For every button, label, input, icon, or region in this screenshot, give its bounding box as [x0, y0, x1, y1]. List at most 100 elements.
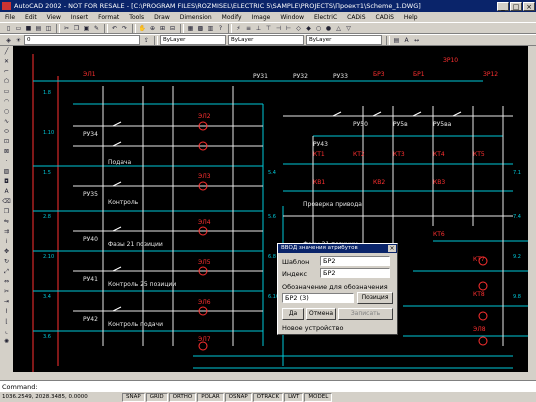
save-icon[interactable]: ■: [24, 24, 33, 33]
electric-tool-10-icon[interactable]: ●: [324, 24, 333, 33]
electric-tool-3-icon[interactable]: ⊥: [254, 24, 263, 33]
menu-tools[interactable]: Tools: [124, 14, 149, 21]
redo-icon[interactable]: ↷: [120, 24, 129, 33]
snap-toggle[interactable]: SNAP: [122, 392, 145, 402]
polar-toggle[interactable]: POLAR: [197, 392, 224, 402]
insert-block-icon[interactable]: ⊡: [2, 137, 11, 146]
preview-icon[interactable]: ◫: [44, 24, 53, 33]
undo-icon[interactable]: ↶: [110, 24, 119, 33]
chamfer-icon[interactable]: ⌊: [2, 317, 11, 326]
copy-object-icon[interactable]: ❐: [2, 207, 11, 216]
copy-icon[interactable]: ❐: [72, 24, 81, 33]
rotate-icon[interactable]: ↻: [2, 257, 11, 266]
zoom-realtime-icon[interactable]: ⊕: [148, 24, 157, 33]
dialog-close-button[interactable]: ×: [388, 245, 396, 252]
paste-icon[interactable]: ▣: [82, 24, 91, 33]
construction-line-icon[interactable]: ✕: [2, 57, 11, 66]
fillet-icon[interactable]: ⌞: [2, 327, 11, 336]
electric-tool-1-icon[interactable]: ⚡: [234, 24, 243, 33]
menu-edit[interactable]: Edit: [20, 14, 42, 21]
name-input[interactable]: БР2: [320, 256, 390, 266]
electric-tool-9-icon[interactable]: ○: [314, 24, 323, 33]
layer-state-icon[interactable]: ☀: [14, 36, 23, 45]
electric-tool-8-icon[interactable]: ◆: [304, 24, 313, 33]
point-icon[interactable]: ·: [2, 157, 11, 166]
layer-manager-icon[interactable]: ◈: [4, 36, 13, 45]
region-icon[interactable]: ◘: [2, 177, 11, 186]
ortho-toggle[interactable]: ORTHO: [168, 392, 197, 402]
index-input[interactable]: БР2: [320, 268, 390, 278]
apply-button[interactable]: Записать: [338, 308, 393, 320]
zoom-previous-icon[interactable]: ⊟: [168, 24, 177, 33]
menu-file[interactable]: File: [0, 14, 20, 21]
spline-icon[interactable]: ∿: [2, 117, 11, 126]
horizontal-scrollbar[interactable]: [13, 372, 536, 380]
menu-modify[interactable]: Modify: [217, 14, 247, 21]
dim-style-icon[interactable]: ↔: [412, 36, 421, 45]
scale-icon[interactable]: ⤢: [2, 267, 11, 276]
electric-tool-5-icon[interactable]: ⊣: [274, 24, 283, 33]
menu-help[interactable]: Help: [399, 14, 423, 21]
menu-window[interactable]: Window: [275, 14, 309, 21]
lwt-toggle[interactable]: LWT: [284, 392, 304, 402]
rectangle-icon[interactable]: ▭: [2, 87, 11, 96]
plot-style-icon[interactable]: ▤: [392, 36, 401, 45]
menu-electric[interactable]: ElectriC: [309, 14, 342, 21]
electric-tool-4-icon[interactable]: ⊤: [264, 24, 273, 33]
electric-tool-12-icon[interactable]: ▽: [344, 24, 353, 33]
menu-cadis[interactable]: CADiS: [342, 14, 370, 21]
extend-icon[interactable]: ⇥: [2, 297, 11, 306]
ok-button[interactable]: Да: [282, 308, 304, 320]
minimize-button[interactable]: _: [497, 1, 509, 11]
menu-view[interactable]: View: [42, 14, 66, 21]
otrack-toggle[interactable]: OTRACK: [252, 392, 284, 402]
arc-icon[interactable]: ◠: [2, 97, 11, 106]
break-icon[interactable]: ⌇: [2, 307, 11, 316]
circle-icon[interactable]: ○: [2, 107, 11, 116]
mtext-icon[interactable]: A: [2, 187, 11, 196]
print-icon[interactable]: ▤: [34, 24, 43, 33]
polyline-icon[interactable]: ⌐: [2, 67, 11, 76]
command-line[interactable]: Command:: [0, 380, 536, 392]
tool-palette-icon[interactable]: ▥: [206, 24, 215, 33]
open-icon[interactable]: ▭: [14, 24, 23, 33]
lineweight-combo[interactable]: ByLayer: [306, 35, 382, 45]
close-button[interactable]: ×: [523, 1, 535, 11]
electric-tool-6-icon[interactable]: ⊢: [284, 24, 293, 33]
menu-draw[interactable]: Draw: [149, 14, 175, 21]
properties-icon[interactable]: ▦: [186, 24, 195, 33]
zoom-window-icon[interactable]: ⊞: [158, 24, 167, 33]
help-icon[interactable]: ?: [216, 24, 225, 33]
erase-icon[interactable]: ⌫: [2, 197, 11, 206]
make-current-icon[interactable]: ⇪: [142, 36, 151, 45]
make-block-icon[interactable]: ⊠: [2, 147, 11, 156]
explode-icon[interactable]: ✺: [2, 337, 11, 346]
hatch-icon[interactable]: ▨: [2, 167, 11, 176]
menu-format[interactable]: Format: [93, 14, 124, 21]
model-toggle[interactable]: MODEL: [304, 392, 333, 402]
polygon-icon[interactable]: ⬠: [2, 77, 11, 86]
grid-toggle[interactable]: GRID: [145, 392, 168, 402]
electric-tool-2-icon[interactable]: ≡: [244, 24, 253, 33]
match-properties-icon[interactable]: ✎: [92, 24, 101, 33]
offset-icon[interactable]: ⇉: [2, 227, 11, 236]
osnap-toggle[interactable]: OSNAP: [224, 392, 252, 402]
color-combo[interactable]: ByLayer: [160, 35, 226, 45]
linetype-combo[interactable]: ByLayer: [228, 35, 304, 45]
position-button[interactable]: Позиция: [357, 292, 393, 304]
line-icon[interactable]: ╱: [2, 47, 11, 56]
text-style-icon[interactable]: A: [402, 36, 411, 45]
drawing-canvas[interactable]: ЭЛ1 ЭЛ2 ЭЛ3 ЭЛ4 ЭЛ5 ЭЛ6 ЭЛ7 БР3 БР1 ЗР10…: [13, 46, 536, 380]
cancel-button[interactable]: Отмена: [306, 308, 336, 320]
stretch-icon[interactable]: ⇔: [2, 277, 11, 286]
design-center-icon[interactable]: ▩: [196, 24, 205, 33]
electric-tool-11-icon[interactable]: △: [334, 24, 343, 33]
menu-image[interactable]: Image: [247, 14, 276, 21]
mirror-icon[interactable]: ⇋: [2, 217, 11, 226]
menu-dimension[interactable]: Dimension: [175, 14, 217, 21]
new-icon[interactable]: ▯: [4, 24, 13, 33]
ellipse-icon[interactable]: ⬭: [2, 127, 11, 136]
cut-icon[interactable]: ✂: [62, 24, 71, 33]
layer-combo[interactable]: 0: [24, 35, 140, 45]
array-icon[interactable]: ⁞: [2, 237, 11, 246]
